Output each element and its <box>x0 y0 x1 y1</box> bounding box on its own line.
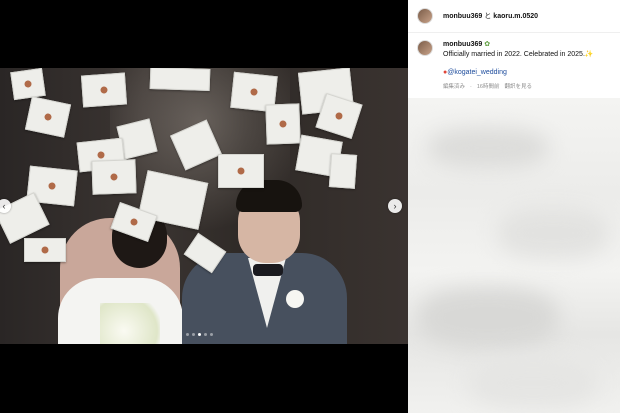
blur-shape <box>428 128 548 168</box>
photo-bouquet <box>100 303 160 344</box>
post-authors: monbuu369 と kaoru.m.0520 <box>443 11 538 21</box>
chevron-right-icon: › <box>393 201 397 211</box>
carousel-indicator <box>186 333 213 336</box>
caption-username[interactable]: monbuu369 <box>443 41 482 48</box>
photo-envelope <box>24 96 72 138</box>
translate-link[interactable]: 翻訳を見る <box>504 82 532 92</box>
author-connector: と <box>484 13 492 20</box>
blurred-comments-area <box>408 98 620 413</box>
post-header: monbuu369 と kaoru.m.0520 <box>408 0 620 33</box>
caption-body: monbuu369 ✿ Officially married in 2022. … <box>443 40 594 92</box>
photo-envelope <box>328 153 358 189</box>
instagram-post-view: ‹ › monbuu369とkaoru.m.0520 monbuu369 ✿ <box>0 0 620 413</box>
coauthor-link[interactable]: kaoru.m.0520 <box>493 13 538 20</box>
photo-envelope <box>24 238 66 262</box>
leaf-icon: ✿ <box>484 41 491 48</box>
edited-label: 編集済み <box>443 84 466 90</box>
photo-boutonniere <box>286 290 304 308</box>
photo-envelope <box>10 68 46 101</box>
photo-envelope <box>218 154 264 188</box>
sparkles-icon: ✨ <box>584 51 594 58</box>
caption-avatar[interactable] <box>417 40 433 56</box>
author-link[interactable]: monbuu369 <box>443 13 482 20</box>
carousel-dot[interactable] <box>186 333 189 336</box>
caption-text: Officially married in 2022. Celebrated i… <box>443 51 585 58</box>
post-photo <box>0 68 408 344</box>
post-caption: monbuu369 ✿ Officially married in 2022. … <box>408 33 620 92</box>
post-details-panel: monbuu369 と kaoru.m.0520 monbuu369 ✿ Offic… <box>408 0 620 413</box>
media-panel: ‹ › <box>0 0 408 413</box>
chevron-left-icon: ‹ <box>2 201 6 211</box>
carousel-dot-active[interactable] <box>198 333 201 336</box>
photo-envelope <box>80 72 128 108</box>
blur-shape <box>418 288 558 348</box>
carousel-next-button[interactable]: › <box>388 199 402 213</box>
carousel-dot[interactable] <box>210 333 213 336</box>
carousel-dot[interactable] <box>204 333 207 336</box>
caption-meta: 編集済み · 16時間前 翻訳を見る <box>443 82 594 92</box>
meta-separator: · <box>470 84 472 90</box>
post-time: 16時間前 <box>476 84 500 90</box>
photo-envelope <box>149 68 211 92</box>
blur-shape <box>468 358 598 408</box>
photo-envelope <box>91 159 137 195</box>
photo-envelope <box>265 103 301 145</box>
mention-link[interactable]: @kogatei_wedding <box>447 69 507 76</box>
carousel-dot[interactable] <box>192 333 195 336</box>
blur-shape <box>498 208 608 258</box>
avatar[interactable] <box>417 8 433 24</box>
photo-groom-bowtie <box>253 264 283 276</box>
